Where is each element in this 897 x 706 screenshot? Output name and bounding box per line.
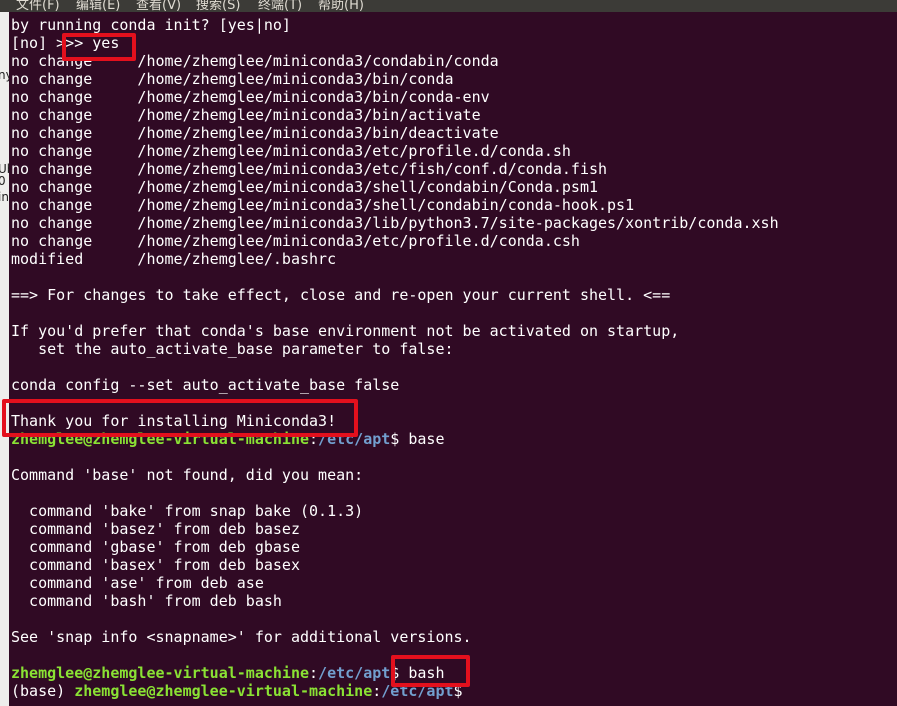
menu-item-1[interactable]: 编辑(E) xyxy=(76,0,120,12)
menu-item-0[interactable]: 文件(F) xyxy=(16,0,60,12)
prompt-dollar: $ xyxy=(390,430,409,448)
terminal-line: ==> For changes to take effect, close an… xyxy=(11,286,671,304)
terminal-line: no change /home/zhemglee/miniconda3/bin/… xyxy=(11,124,499,142)
background-text-fragment: in xyxy=(0,190,9,204)
terminal-line: by running conda init? [yes|no] xyxy=(11,16,291,34)
terminal-line: no change /home/zhemglee/miniconda3/lib/… xyxy=(11,214,779,232)
terminal-line: no change /home/zhemglee/miniconda3/etc/… xyxy=(11,160,608,178)
terminal-line: command 'ase' from deb ase xyxy=(11,574,264,592)
prompt-separator: : xyxy=(309,664,319,682)
highlight-box-thank-you xyxy=(2,399,358,437)
prompt-line: zhemglee@zhemglee-virtual-machine:/etc/a… xyxy=(11,664,444,682)
terminal-line: no change /home/zhemglee/miniconda3/shel… xyxy=(11,178,598,196)
terminal-line: If you'd prefer that conda's base enviro… xyxy=(11,322,680,340)
background-window-strip: nyUb0in xyxy=(0,12,9,706)
terminal-line: no change /home/zhemglee/miniconda3/bin/… xyxy=(11,106,481,124)
terminal-line: Command 'base' not found, did you mean: xyxy=(11,466,364,484)
background-text-fragment: ny xyxy=(0,68,9,82)
terminal-line: no change /home/zhemglee/miniconda3/bin/… xyxy=(11,88,490,106)
terminal-line: conda config --set auto_activate_base fa… xyxy=(11,376,400,394)
highlight-box-bash xyxy=(391,655,470,687)
terminal-line: command 'basex' from deb basex xyxy=(11,556,300,574)
menu-item-4[interactable]: 终端(T) xyxy=(258,0,302,12)
highlight-box-yes xyxy=(62,33,136,61)
menu-item-2[interactable]: 查看(V) xyxy=(136,0,181,12)
prompt-user-host: zhemglee@zhemglee-virtual-machine xyxy=(74,682,373,700)
terminal-line: command 'basez' from deb basez xyxy=(11,520,300,538)
terminal-line: modified /home/zhemglee/.bashrc xyxy=(11,250,337,268)
terminal-line: no change /home/zhemglee/miniconda3/etc/… xyxy=(11,232,580,250)
terminal-line: no change /home/zhemglee/miniconda3/shel… xyxy=(11,196,635,214)
background-text-fragment: 0 xyxy=(0,174,6,188)
menu-item-3[interactable]: 搜索(S) xyxy=(196,0,240,12)
terminal-line: set the auto_activate_base parameter to … xyxy=(11,340,454,358)
prompt-command: base xyxy=(408,430,445,448)
terminal-line: command 'gbase' from deb gbase xyxy=(11,538,300,556)
terminal-line: no change /home/zhemglee/miniconda3/etc/… xyxy=(11,142,571,160)
terminal-output[interactable]: by running conda init? [yes|no] [no] >>> … xyxy=(9,12,897,706)
terminal-line: command 'bash' from deb bash xyxy=(11,592,282,610)
prompt-user-host: zhemglee@zhemglee-virtual-machine xyxy=(11,664,310,682)
terminal-line: no change /home/zhemglee/miniconda3/bin/… xyxy=(11,70,454,88)
prompt-separator: : xyxy=(372,682,382,700)
terminal-line: See 'snap info <snapname>' for additiona… xyxy=(11,628,472,646)
prompt-env: (base) xyxy=(11,682,75,700)
menu-bar: 文件(F) 编辑(E) 查看(V) 搜索(S) 终端(T) 帮助(H) xyxy=(0,0,897,12)
prompt-path: /etc/apt xyxy=(318,664,391,682)
terminal-line: command 'bake' from snap bake (0.1.3) xyxy=(11,502,364,520)
menu-item-5[interactable]: 帮助(H) xyxy=(318,0,364,12)
